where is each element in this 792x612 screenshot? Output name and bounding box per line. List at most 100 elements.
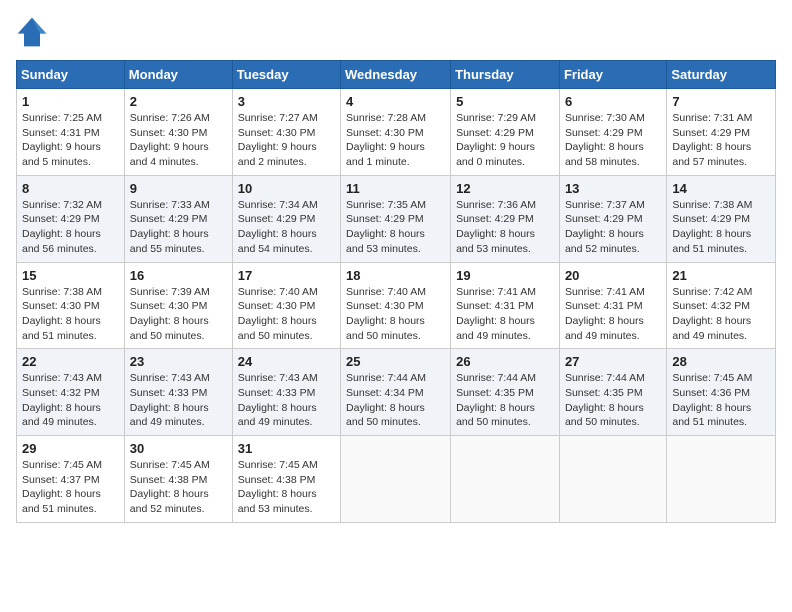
- day-number: 28: [672, 354, 770, 369]
- calendar-cell: 16Sunrise: 7:39 AMSunset: 4:30 PMDayligh…: [124, 262, 232, 349]
- calendar-cell: 12 Sunrise: 7:36 AMSunset: 4:29 PMDayligh…: [451, 175, 560, 262]
- calendar-cell: 28 Sunrise: 7:45 AMSunset: 4:36 PMDayligh…: [667, 349, 776, 436]
- day-info: Sunrise: 7:44 AMSunset: 4:35 PMDaylight:…: [565, 371, 661, 430]
- calendar-cell: [667, 436, 776, 523]
- day-info: Sunrise: 7:44 AMSunset: 4:34 PMDaylight:…: [346, 371, 445, 430]
- day-info: Sunrise: 7:35 AMSunset: 4:29 PMDaylight:…: [346, 198, 445, 257]
- calendar-cell: 26 Sunrise: 7:44 AMSunset: 4:35 PMDayligh…: [451, 349, 560, 436]
- calendar-cell: 22 Sunrise: 7:43 AMSunset: 4:32 PMDayligh…: [17, 349, 125, 436]
- day-number: 16: [130, 268, 227, 283]
- day-info: Sunrise: 7:31 AMSunset: 4:29 PMDaylight:…: [672, 111, 770, 170]
- calendar-cell: 25 Sunrise: 7:44 AMSunset: 4:34 PMDayligh…: [341, 349, 451, 436]
- weekday-header-thursday: Thursday: [451, 61, 560, 89]
- logo-icon: [16, 16, 48, 48]
- day-number: 12: [456, 181, 554, 196]
- calendar-cell: 27Sunrise: 7:44 AMSunset: 4:35 PMDayligh…: [559, 349, 666, 436]
- day-info: Sunrise: 7:33 AMSunset: 4:29 PMDaylight:…: [130, 198, 227, 257]
- calendar-week-row: 8 Sunrise: 7:32 AMSunset: 4:29 PMDaylight…: [17, 175, 776, 262]
- day-number: 25: [346, 354, 445, 369]
- calendar-week-row: 15 Sunrise: 7:38 AMSunset: 4:30 PMDayligh…: [17, 262, 776, 349]
- calendar-cell: 3 Sunrise: 7:27 AMSunset: 4:30 PMDaylight…: [232, 89, 340, 176]
- day-info: Sunrise: 7:37 AMSunset: 4:29 PMDaylight:…: [565, 198, 661, 257]
- day-info: Sunrise: 7:45 AMSunset: 4:38 PMDaylight:…: [130, 458, 227, 517]
- calendar-cell: [451, 436, 560, 523]
- weekday-header-monday: Monday: [124, 61, 232, 89]
- weekday-header-friday: Friday: [559, 61, 666, 89]
- day-number: 10: [238, 181, 335, 196]
- weekday-header-sunday: Sunday: [17, 61, 125, 89]
- page-header: [16, 16, 776, 48]
- day-number: 22: [22, 354, 119, 369]
- calendar-cell: 11Sunrise: 7:35 AMSunset: 4:29 PMDayligh…: [341, 175, 451, 262]
- day-number: 20: [565, 268, 661, 283]
- day-number: 23: [130, 354, 227, 369]
- weekday-header-tuesday: Tuesday: [232, 61, 340, 89]
- day-info: Sunrise: 7:43 AMSunset: 4:32 PMDaylight:…: [22, 371, 119, 430]
- logo: [16, 16, 52, 48]
- day-number: 24: [238, 354, 335, 369]
- calendar-cell: 17Sunrise: 7:40 AMSunset: 4:30 PMDayligh…: [232, 262, 340, 349]
- day-info: Sunrise: 7:29 AMSunset: 4:29 PMDaylight:…: [456, 111, 554, 170]
- day-number: 26: [456, 354, 554, 369]
- calendar-cell: 15 Sunrise: 7:38 AMSunset: 4:30 PMDayligh…: [17, 262, 125, 349]
- calendar-cell: 24 Sunrise: 7:43 AMSunset: 4:33 PMDayligh…: [232, 349, 340, 436]
- calendar-cell: 31 Sunrise: 7:45 AMSunset: 4:38 PMDayligh…: [232, 436, 340, 523]
- day-number: 3: [238, 94, 335, 109]
- day-info: Sunrise: 7:30 AMSunset: 4:29 PMDaylight:…: [565, 111, 661, 170]
- day-number: 4: [346, 94, 445, 109]
- calendar-cell: 23 Sunrise: 7:43 AMSunset: 4:33 PMDayligh…: [124, 349, 232, 436]
- calendar-cell: 21Sunrise: 7:42 AMSunset: 4:32 PMDayligh…: [667, 262, 776, 349]
- day-info: Sunrise: 7:25 AMSunset: 4:31 PMDaylight:…: [22, 111, 119, 170]
- day-number: 7: [672, 94, 770, 109]
- day-number: 18: [346, 268, 445, 283]
- day-number: 9: [130, 181, 227, 196]
- day-number: 30: [130, 441, 227, 456]
- day-number: 5: [456, 94, 554, 109]
- day-number: 14: [672, 181, 770, 196]
- calendar-cell: 5 Sunrise: 7:29 AMSunset: 4:29 PMDaylight…: [451, 89, 560, 176]
- day-info: Sunrise: 7:38 AMSunset: 4:30 PMDaylight:…: [22, 285, 119, 344]
- day-number: 13: [565, 181, 661, 196]
- day-number: 8: [22, 181, 119, 196]
- calendar-cell: 8 Sunrise: 7:32 AMSunset: 4:29 PMDaylight…: [17, 175, 125, 262]
- calendar-week-row: 22 Sunrise: 7:43 AMSunset: 4:32 PMDayligh…: [17, 349, 776, 436]
- day-info: Sunrise: 7:43 AMSunset: 4:33 PMDaylight:…: [238, 371, 335, 430]
- weekday-header-saturday: Saturday: [667, 61, 776, 89]
- day-number: 19: [456, 268, 554, 283]
- calendar-cell: 18 Sunrise: 7:40 AMSunset: 4:30 PMDayligh…: [341, 262, 451, 349]
- day-info: Sunrise: 7:45 AMSunset: 4:36 PMDaylight:…: [672, 371, 770, 430]
- weekday-header-row: SundayMondayTuesdayWednesdayThursdayFrid…: [17, 61, 776, 89]
- day-info: Sunrise: 7:41 AMSunset: 4:31 PMDaylight:…: [565, 285, 661, 344]
- day-info: Sunrise: 7:27 AMSunset: 4:30 PMDaylight:…: [238, 111, 335, 170]
- calendar-cell: [341, 436, 451, 523]
- day-info: Sunrise: 7:44 AMSunset: 4:35 PMDaylight:…: [456, 371, 554, 430]
- calendar-cell: 1 Sunrise: 7:25 AMSunset: 4:31 PMDaylight…: [17, 89, 125, 176]
- day-info: Sunrise: 7:36 AMSunset: 4:29 PMDaylight:…: [456, 198, 554, 257]
- calendar-cell: 19 Sunrise: 7:41 AMSunset: 4:31 PMDayligh…: [451, 262, 560, 349]
- day-info: Sunrise: 7:38 AMSunset: 4:29 PMDaylight:…: [672, 198, 770, 257]
- day-info: Sunrise: 7:32 AMSunset: 4:29 PMDaylight:…: [22, 198, 119, 257]
- day-info: Sunrise: 7:45 AMSunset: 4:38 PMDaylight:…: [238, 458, 335, 517]
- calendar-cell: 30 Sunrise: 7:45 AMSunset: 4:38 PMDayligh…: [124, 436, 232, 523]
- day-info: Sunrise: 7:45 AMSunset: 4:37 PMDaylight:…: [22, 458, 119, 517]
- calendar-cell: 4Sunrise: 7:28 AMSunset: 4:30 PMDaylight…: [341, 89, 451, 176]
- day-info: Sunrise: 7:26 AMSunset: 4:30 PMDaylight:…: [130, 111, 227, 170]
- day-number: 6: [565, 94, 661, 109]
- day-number: 21: [672, 268, 770, 283]
- day-info: Sunrise: 7:40 AMSunset: 4:30 PMDaylight:…: [346, 285, 445, 344]
- calendar-cell: 9 Sunrise: 7:33 AMSunset: 4:29 PMDaylight…: [124, 175, 232, 262]
- day-number: 15: [22, 268, 119, 283]
- day-info: Sunrise: 7:43 AMSunset: 4:33 PMDaylight:…: [130, 371, 227, 430]
- calendar-cell: 29Sunrise: 7:45 AMSunset: 4:37 PMDayligh…: [17, 436, 125, 523]
- day-number: 2: [130, 94, 227, 109]
- day-number: 31: [238, 441, 335, 456]
- calendar-week-row: 1 Sunrise: 7:25 AMSunset: 4:31 PMDaylight…: [17, 89, 776, 176]
- calendar-cell: 13 Sunrise: 7:37 AMSunset: 4:29 PMDayligh…: [559, 175, 666, 262]
- weekday-header-wednesday: Wednesday: [341, 61, 451, 89]
- day-number: 1: [22, 94, 119, 109]
- calendar-cell: 20 Sunrise: 7:41 AMSunset: 4:31 PMDayligh…: [559, 262, 666, 349]
- day-info: Sunrise: 7:34 AMSunset: 4:29 PMDaylight:…: [238, 198, 335, 257]
- day-info: Sunrise: 7:41 AMSunset: 4:31 PMDaylight:…: [456, 285, 554, 344]
- calendar-cell: 2 Sunrise: 7:26 AMSunset: 4:30 PMDaylight…: [124, 89, 232, 176]
- calendar-week-row: 29Sunrise: 7:45 AMSunset: 4:37 PMDayligh…: [17, 436, 776, 523]
